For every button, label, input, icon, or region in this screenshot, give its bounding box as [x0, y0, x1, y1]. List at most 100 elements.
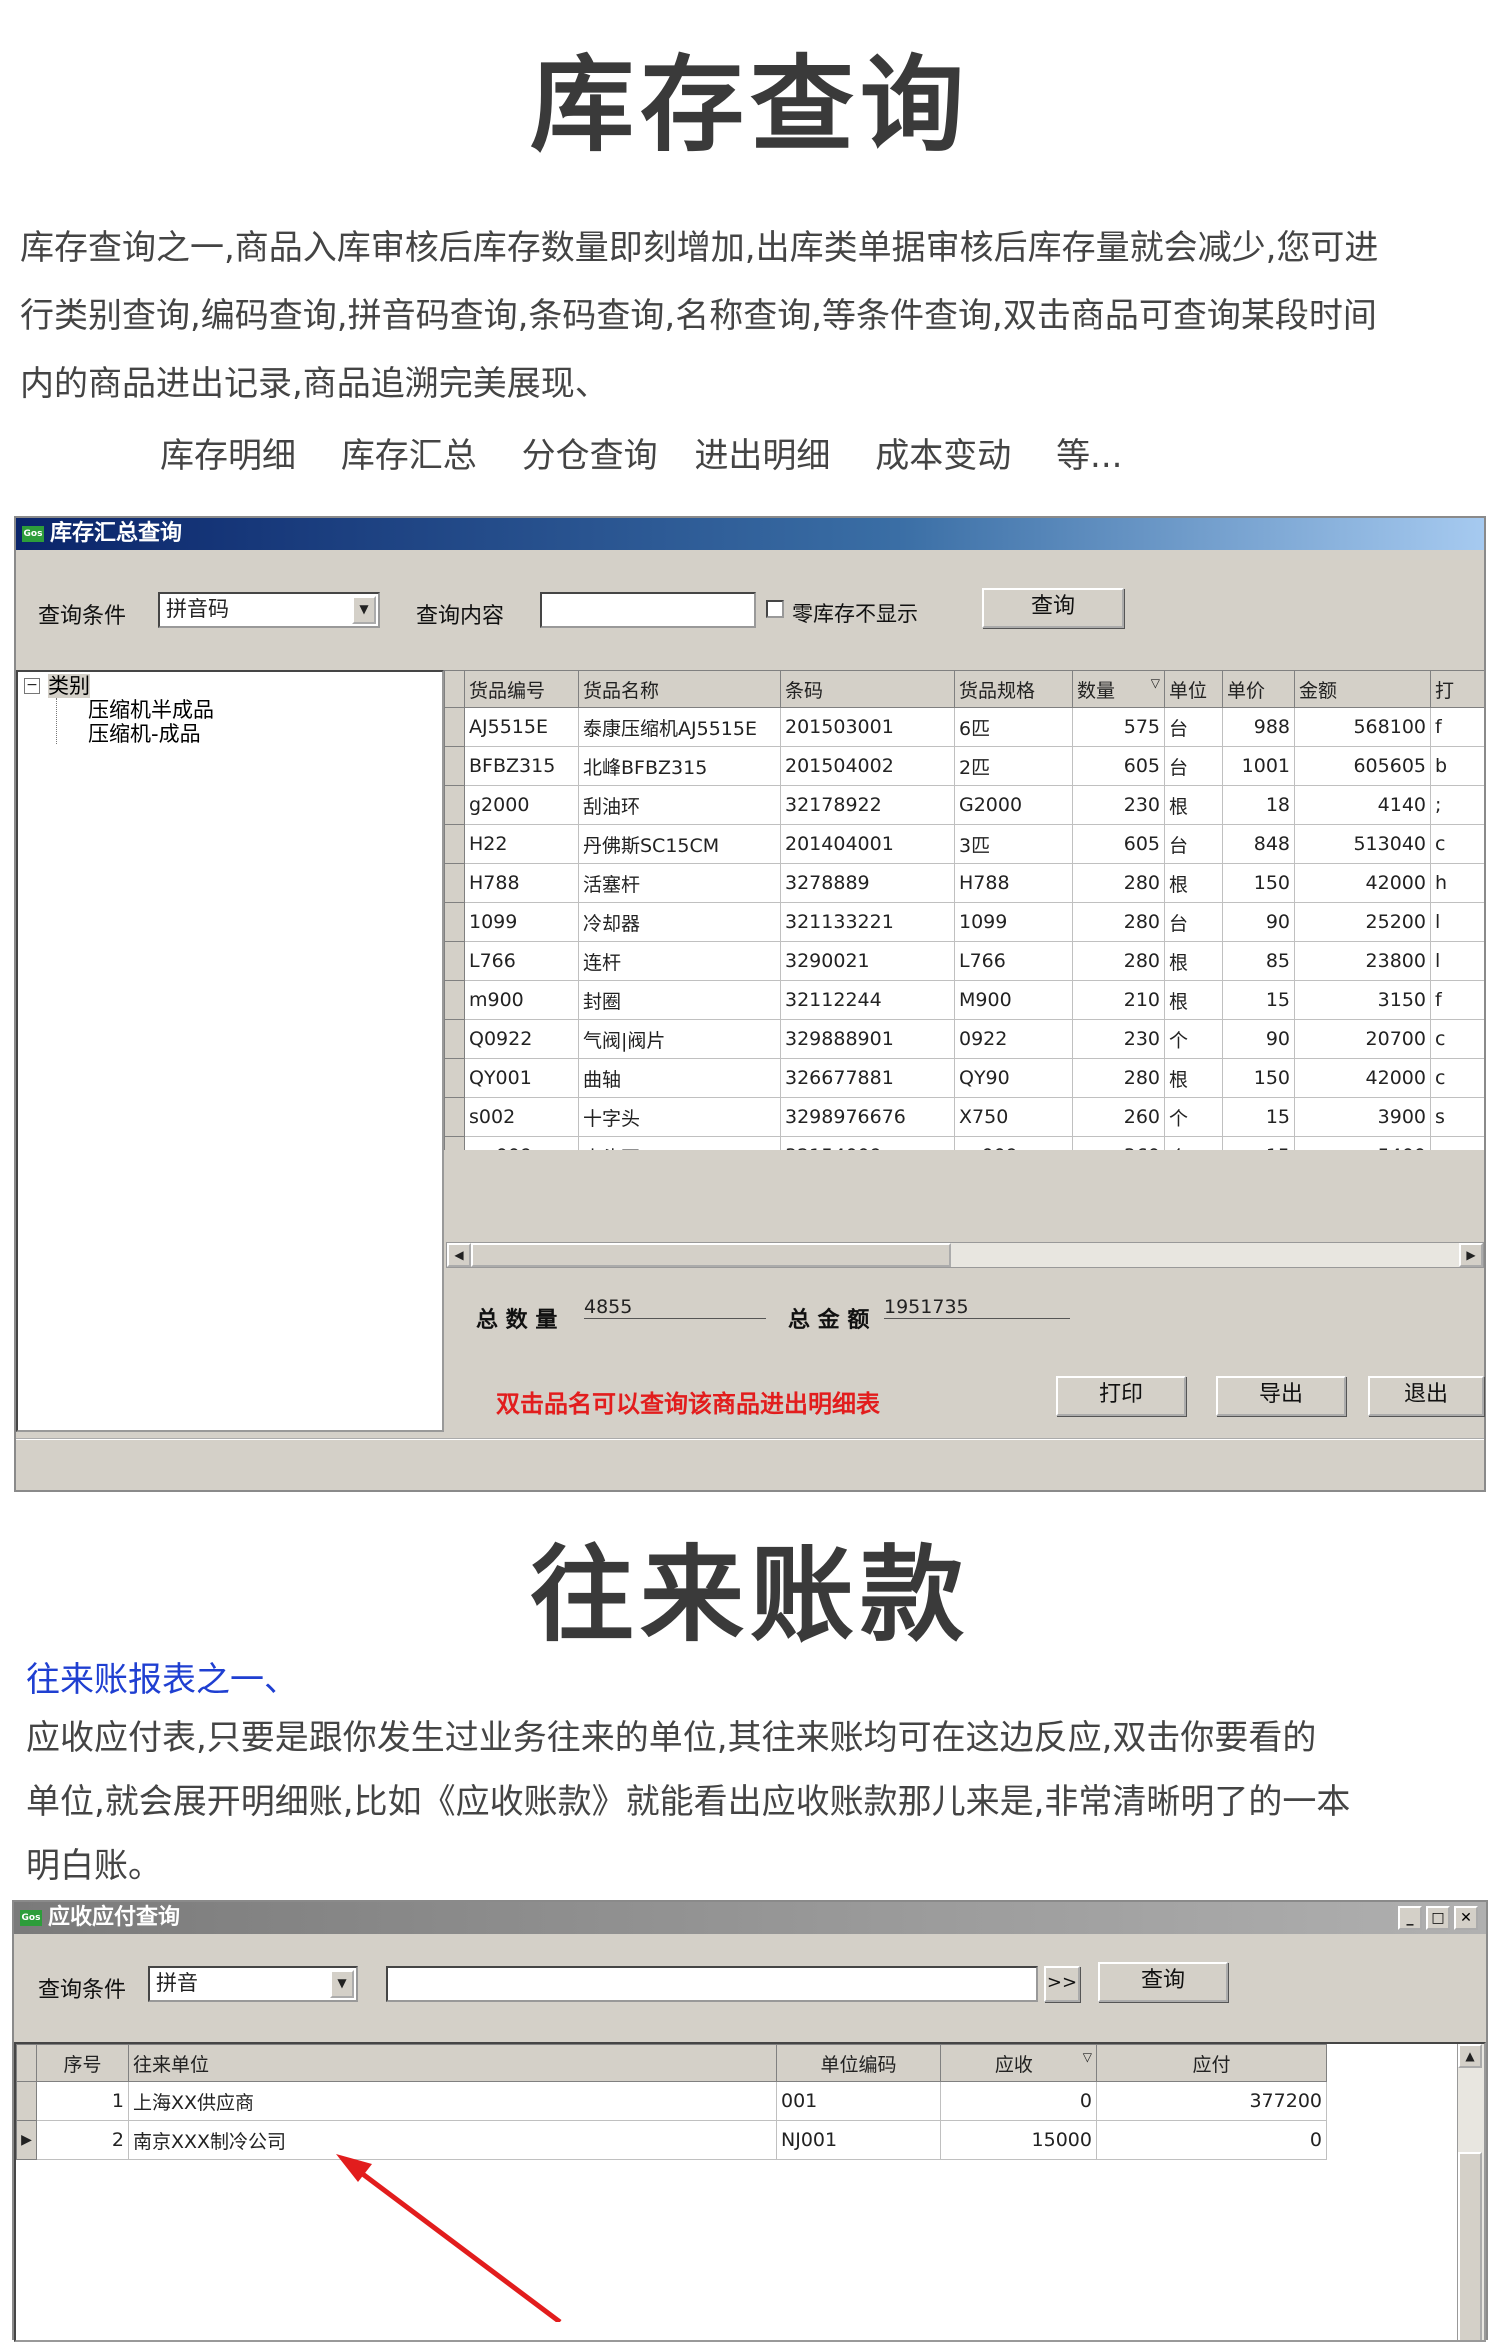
- table-row[interactable]: H22 丹佛斯SC15CM 201404001 3匹 605 台 848 513040 c: [444, 824, 1484, 864]
- dropdown-arrow-icon[interactable]: ▼: [330, 1970, 354, 1998]
- column-header[interactable]: 数量 ▽: [1072, 670, 1165, 708]
- table-cell[interactable]: 4140: [1294, 785, 1431, 825]
- table-cell[interactable]: 2匹: [954, 746, 1073, 786]
- query-condition-select[interactable]: 拼音 ▼: [148, 1966, 358, 2002]
- table-cell[interactable]: 20700: [1294, 1019, 1431, 1059]
- table-cell[interactable]: f: [1430, 707, 1484, 747]
- table-cell[interactable]: 280: [1072, 941, 1165, 981]
- table-cell[interactable]: 南京XXX制冷公司: [128, 2120, 777, 2160]
- table-cell[interactable]: 15: [1222, 1136, 1295, 1150]
- table-cell[interactable]: 377200: [1096, 2081, 1327, 2121]
- tree-collapse-icon[interactable]: −: [24, 678, 40, 694]
- table-cell[interactable]: 605: [1072, 824, 1165, 864]
- table-cell[interactable]: 3290021: [780, 941, 955, 981]
- table-cell[interactable]: 988: [1222, 707, 1295, 747]
- column-header[interactable]: 金额: [1294, 670, 1431, 708]
- table-cell[interactable]: 根: [1164, 1058, 1223, 1098]
- table-cell[interactable]: 210: [1072, 980, 1165, 1020]
- table-cell[interactable]: 5400: [1294, 1136, 1431, 1150]
- table-cell[interactable]: 90: [1222, 902, 1295, 942]
- query-button[interactable]: 查询: [982, 588, 1124, 628]
- table-row[interactable]: L766 连杆 3290021 L766 280 根 85 23800 l: [444, 941, 1484, 981]
- table-row[interactable]: 1 上海XX供应商 001 0 377200: [16, 2081, 1327, 2121]
- table-row[interactable]: Q0922 气阀|阀片 329888901 0922 230 个 90 20700 c: [444, 1019, 1484, 1059]
- column-header[interactable]: 单价: [1222, 670, 1295, 708]
- table-cell[interactable]: 3900: [1294, 1097, 1431, 1137]
- table-cell[interactable]: 台: [1164, 824, 1223, 864]
- table-cell[interactable]: 001: [776, 2081, 941, 2121]
- query-condition-select[interactable]: 拼音码 ▼: [158, 592, 380, 628]
- table-cell[interactable]: 刮油环: [578, 785, 781, 825]
- table-cell[interactable]: 台: [1164, 707, 1223, 747]
- table-cell[interactable]: 280: [1072, 902, 1165, 942]
- tree-root[interactable]: 类别: [48, 674, 90, 698]
- scroll-thumb[interactable]: [471, 1243, 951, 1267]
- table-cell[interactable]: 230: [1072, 785, 1165, 825]
- table-cell[interactable]: Q0922: [464, 1019, 579, 1059]
- column-header[interactable]: 打: [1430, 670, 1484, 708]
- table-cell[interactable]: 1099: [954, 902, 1073, 942]
- minimize-icon[interactable]: _: [1398, 1906, 1422, 1930]
- table-cell[interactable]: 曲轴: [578, 1058, 781, 1098]
- close-icon[interactable]: ✕: [1454, 1906, 1478, 1930]
- table-cell[interactable]: 1: [36, 2081, 129, 2121]
- table-cell[interactable]: 321133221: [780, 902, 955, 942]
- table-cell[interactable]: 十字头: [578, 1097, 781, 1137]
- table-cell[interactable]: 0922: [954, 1019, 1073, 1059]
- table-cell[interactable]: 台: [1164, 746, 1223, 786]
- table-cell[interactable]: 568100: [1294, 707, 1431, 747]
- table-row[interactable]: 1099 冷却器 321133221 1099 280 台 90 25200 l: [444, 902, 1484, 942]
- table-cell[interactable]: xy009: [954, 1136, 1073, 1150]
- table-cell[interactable]: 42000: [1294, 1058, 1431, 1098]
- scroll-left-icon[interactable]: ◀: [447, 1243, 471, 1267]
- table-cell[interactable]: 329888901: [780, 1019, 955, 1059]
- checkbox-icon[interactable]: [766, 600, 784, 618]
- export-button[interactable]: 导出: [1216, 1376, 1346, 1416]
- table-cell[interactable]: f: [1430, 980, 1484, 1020]
- table-row[interactable]: H788 活塞杆 3278889 H788 280 根 150 42000 h: [444, 863, 1484, 903]
- table-cell[interactable]: 848: [1222, 824, 1295, 864]
- table-cell[interactable]: 台: [1164, 902, 1223, 942]
- table-cell[interactable]: 根: [1164, 941, 1223, 981]
- table-cell[interactable]: 90: [1222, 1019, 1295, 1059]
- tree-item[interactable]: 压缩机半成品: [88, 698, 214, 722]
- table-cell[interactable]: 北峰BFBZ315: [578, 746, 781, 786]
- table-cell[interactable]: 280: [1072, 863, 1165, 903]
- column-header[interactable]: 货品名称: [578, 670, 781, 708]
- table-cell[interactable]: 42000: [1294, 863, 1431, 903]
- table-row[interactable]: s002 十字头 3298976676 X750 260 个 15 3900 s: [444, 1097, 1484, 1137]
- table-cell[interactable]: 根: [1164, 980, 1223, 1020]
- table-cell[interactable]: 15000: [940, 2120, 1097, 2160]
- table-cell[interactable]: x: [1430, 1136, 1484, 1150]
- table-cell[interactable]: 个: [1164, 1136, 1223, 1150]
- table-cell[interactable]: 150: [1222, 1058, 1295, 1098]
- table-row[interactable]: AJ5515E 泰康压缩机AJ5515E 201503001 6匹 575 台 988 568…: [444, 707, 1484, 747]
- table-cell[interactable]: xw009: [464, 1136, 579, 1150]
- table-cell[interactable]: 封圈: [578, 980, 781, 1020]
- table-cell[interactable]: 1001: [1222, 746, 1295, 786]
- table-cell[interactable]: 18: [1222, 785, 1295, 825]
- table-cell[interactable]: h: [1430, 863, 1484, 903]
- table-cell[interactable]: 0: [940, 2081, 1097, 2121]
- table-cell[interactable]: 泰康压缩机AJ5515E: [578, 707, 781, 747]
- table-cell[interactable]: L766: [954, 941, 1073, 981]
- table-cell[interactable]: 冷却器: [578, 902, 781, 942]
- window-titlebar[interactable]: Gos 应收应付查询 _ □ ✕: [14, 1902, 1486, 1934]
- table-row[interactable]: BFBZ315 北峰BFBZ315 201504002 2匹 605 台 1001 60560…: [444, 746, 1484, 786]
- table-cell[interactable]: c: [1430, 824, 1484, 864]
- window-titlebar[interactable]: Gos 库存汇总查询: [16, 518, 1484, 550]
- table-cell[interactable]: 3278889: [780, 863, 955, 903]
- column-header[interactable]: 单位编码: [776, 2044, 941, 2082]
- table-cell[interactable]: 326677881: [780, 1058, 955, 1098]
- table-cell[interactable]: X750: [954, 1097, 1073, 1137]
- table-cell[interactable]: c: [1430, 1058, 1484, 1098]
- table-cell[interactable]: 6匹: [954, 707, 1073, 747]
- table-cell[interactable]: 上海XX供应商: [128, 2081, 777, 2121]
- print-button[interactable]: 打印: [1056, 1376, 1186, 1416]
- table-cell[interactable]: b: [1430, 746, 1484, 786]
- table-cell[interactable]: m900: [464, 980, 579, 1020]
- table-cell[interactable]: g2000: [464, 785, 579, 825]
- table-cell[interactable]: H788: [954, 863, 1073, 903]
- table-cell[interactable]: s002: [464, 1097, 579, 1137]
- table-cell[interactable]: 260: [1072, 1097, 1165, 1137]
